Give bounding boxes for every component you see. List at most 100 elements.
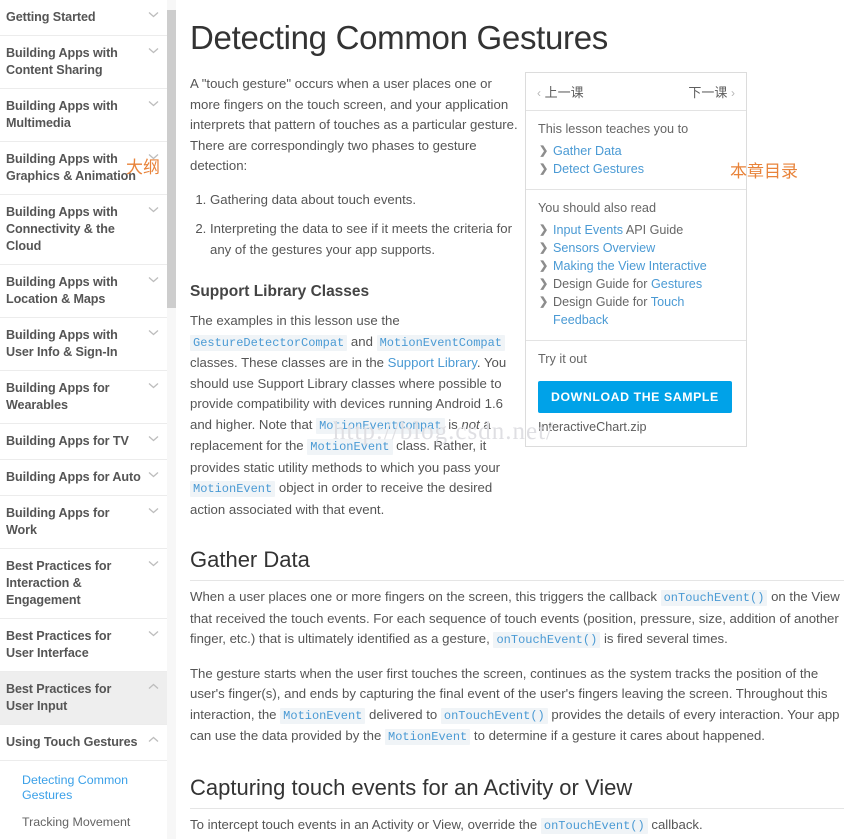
text-fragment: To intercept touch events in an Activity… <box>190 816 541 832</box>
sidebar-item-label: Building Apps with User Info & Sign-In <box>6 328 118 359</box>
code-motioneventcompat: MotionEventCompat <box>376 334 505 351</box>
sidebar-item-getting-started[interactable]: Getting Started <box>0 0 167 36</box>
next-lesson-label: 下一课 <box>688 85 728 100</box>
also-read-item[interactable]: ❯ Sensors Overview <box>538 239 734 257</box>
chevron-down-icon[interactable] <box>148 100 159 107</box>
chevron-down-icon[interactable] <box>148 560 159 567</box>
chevron-left-icon: ‹ <box>537 86 541 100</box>
next-lesson-link[interactable]: 下一课 › <box>688 82 735 101</box>
lesson-teaches-section: This lesson teaches you to ❯ Gather Data ❯… <box>526 111 746 190</box>
sidebar-item-using-touch-gestures[interactable]: Using Touch Gestures <box>0 725 167 761</box>
sidebar-subitem-detecting-common-gestures[interactable]: Detecting Common Gestures <box>0 767 167 809</box>
code-motionevent-4: MotionEvent <box>385 729 471 745</box>
list-item: Interpreting the data to see if it meets… <box>210 219 522 260</box>
sidebar-item-building-apps-for-wearables[interactable]: Building Apps for Wearables <box>0 371 167 424</box>
download-sample-button[interactable]: DOWNLOAD THE SAMPLE <box>538 381 732 413</box>
sidebar-item-building-apps-with-graphics-animation[interactable]: Building Apps with Graphics & Animation <box>0 142 167 195</box>
chevron-up-icon[interactable] <box>148 683 159 690</box>
also-read-item[interactable]: ❯ Design Guide for Gestures <box>538 275 734 293</box>
sidebar-sublist: Detecting Common Gestures Tracking Moveme… <box>0 761 167 839</box>
try-it-out-heading: Try it out <box>538 352 587 366</box>
sidebar-item-building-apps-with-user-info-sign-in[interactable]: Building Apps with User Info & Sign-In <box>0 318 167 371</box>
chevron-down-icon[interactable] <box>148 382 159 389</box>
code-motionevent: MotionEvent <box>307 439 393 455</box>
sidebar-item-label: Building Apps for Wearables <box>6 381 110 412</box>
support-library-link[interactable]: Support Library <box>388 355 477 370</box>
text-fragment: classes. These classes are in the <box>190 355 388 370</box>
chevron-right-icon: ❯ <box>539 163 549 175</box>
also-read-link[interactable]: Sensors Overview <box>553 241 655 255</box>
also-read-link[interactable]: Input Events <box>553 223 623 237</box>
chevron-right-icon: ❯ <box>539 224 549 236</box>
chevron-right-icon: ❯ <box>539 242 549 254</box>
support-library-paragraph: The examples in this lesson use the Gest… <box>190 311 522 520</box>
sidebar-item-building-apps-for-work[interactable]: Building Apps for Work <box>0 496 167 549</box>
sidebar-item-label: Building Apps with Multimedia <box>6 99 118 130</box>
gather-data-paragraph-2: The gesture starts when the user first t… <box>190 664 844 748</box>
sidebar-navigation[interactable]: Getting Started Building Apps with Conten… <box>0 0 168 839</box>
lesson-link-list: ❯ Gather Data ❯ Detect Gestures <box>538 142 734 178</box>
chevron-down-icon[interactable] <box>148 471 159 478</box>
code-motionevent-3: MotionEvent <box>280 707 366 724</box>
code-gesturedetectorcompat: GestureDetectorCompat <box>190 334 348 351</box>
chevron-right-icon: › <box>731 86 735 100</box>
chevron-down-icon[interactable] <box>148 206 159 213</box>
also-read-prefix: Design Guide for <box>553 277 652 291</box>
sidebar-item-label: Building Apps for TV <box>6 434 129 448</box>
lesson-info-box: ‹ 上一课 下一课 › This lesson teaches you to ❯… <box>525 72 747 447</box>
sidebar-subitem-tracking-movement[interactable]: Tracking Movement <box>0 809 167 836</box>
chevron-down-icon[interactable] <box>148 276 159 283</box>
chevron-down-icon[interactable] <box>148 329 159 336</box>
list-item: Gathering data about touch events. <box>210 190 522 211</box>
text-fragment: and <box>347 333 377 349</box>
gather-data-paragraph-1: When a user places one or more fingers o… <box>190 587 844 651</box>
sidebar-item-building-apps-with-multimedia[interactable]: Building Apps with Multimedia <box>0 89 167 142</box>
text-fragment: is <box>444 416 462 432</box>
chevron-down-icon[interactable] <box>148 630 159 637</box>
previous-lesson-link[interactable]: ‹ 上一课 <box>537 82 584 101</box>
intro-paragraph: A "touch gesture" occurs when a user pla… <box>190 76 518 173</box>
chevron-right-icon: ❯ <box>539 296 549 308</box>
sidebar-item-building-apps-with-location-maps[interactable]: Building Apps with Location & Maps <box>0 265 167 318</box>
sidebar-item-building-apps-for-auto[interactable]: Building Apps for Auto <box>0 460 167 496</box>
capturing-touch-events-heading: Capturing touch events for an Activity o… <box>190 774 844 809</box>
lesson-link-item[interactable]: ❯ Detect Gestures <box>538 160 734 178</box>
capture-paragraph-1: To intercept touch events in an Activity… <box>190 815 844 837</box>
text-fragment: callback. <box>647 816 703 832</box>
lesson-nav-bar: ‹ 上一课 下一课 › <box>526 73 746 111</box>
code-ontouchevent: onTouchEvent() <box>660 590 768 606</box>
lesson-teaches-heading: This lesson teaches you to <box>538 122 689 136</box>
lesson-link-label[interactable]: Detect Gestures <box>553 162 644 176</box>
sidebar-item-building-apps-with-content-sharing[interactable]: Building Apps with Content Sharing <box>0 36 167 89</box>
chevron-up-icon[interactable] <box>148 736 159 743</box>
sidebar-item-best-practices-for-interaction-engagement[interactable]: Best Practices for Interaction & Engagem… <box>0 549 167 619</box>
text-fragment: is fired several times. <box>600 631 728 646</box>
also-read-item[interactable]: ❯ Making the View Interactive <box>538 257 734 275</box>
sidebar-item-best-practices-for-user-interface[interactable]: Best Practices for User Interface <box>0 619 167 672</box>
sidebar-item-label: Building Apps with Connectivity & the Cl… <box>6 205 118 253</box>
chevron-down-icon[interactable] <box>148 153 159 160</box>
lesson-link-label[interactable]: Gather Data <box>553 144 622 158</box>
text-fragment: to determine if a gesture it cares about… <box>470 728 765 743</box>
chevron-down-icon[interactable] <box>148 11 159 18</box>
chevron-right-icon: ❯ <box>539 145 549 157</box>
also-read-item[interactable]: ❯ Input Events API Guide <box>538 221 734 239</box>
also-read-link[interactable]: Making the View Interactive <box>553 259 707 273</box>
sidebar-scrollbar-thumb[interactable] <box>167 10 176 308</box>
chevron-down-icon[interactable] <box>148 435 159 442</box>
code-ontouchevent-4: onTouchEvent() <box>540 817 648 834</box>
sidebar-item-label: Building Apps for Auto <box>6 470 141 484</box>
sidebar-item-best-practices-for-user-input[interactable]: Best Practices for User Input <box>0 672 167 725</box>
sidebar-group-list: Getting Started Building Apps with Conten… <box>0 0 167 839</box>
text-fragment: The examples in this lesson use the <box>190 313 400 328</box>
sidebar-item-building-apps-with-connectivity-the-cloud[interactable]: Building Apps with Connectivity & the Cl… <box>0 195 167 265</box>
chevron-down-icon[interactable] <box>148 47 159 54</box>
chevron-down-icon[interactable] <box>148 507 159 514</box>
also-read-link[interactable]: Gestures <box>651 277 702 291</box>
page-root: Getting Started Building Apps with Conten… <box>0 0 858 839</box>
sidebar-item-building-apps-for-tv[interactable]: Building Apps for TV <box>0 424 167 460</box>
lesson-link-item[interactable]: ❯ Gather Data <box>538 142 734 160</box>
also-read-item[interactable]: ❯ Design Guide for Touch Feedback <box>538 293 734 329</box>
text-fragment: delivered to <box>365 706 441 722</box>
previous-lesson-label: 上一课 <box>544 85 584 100</box>
